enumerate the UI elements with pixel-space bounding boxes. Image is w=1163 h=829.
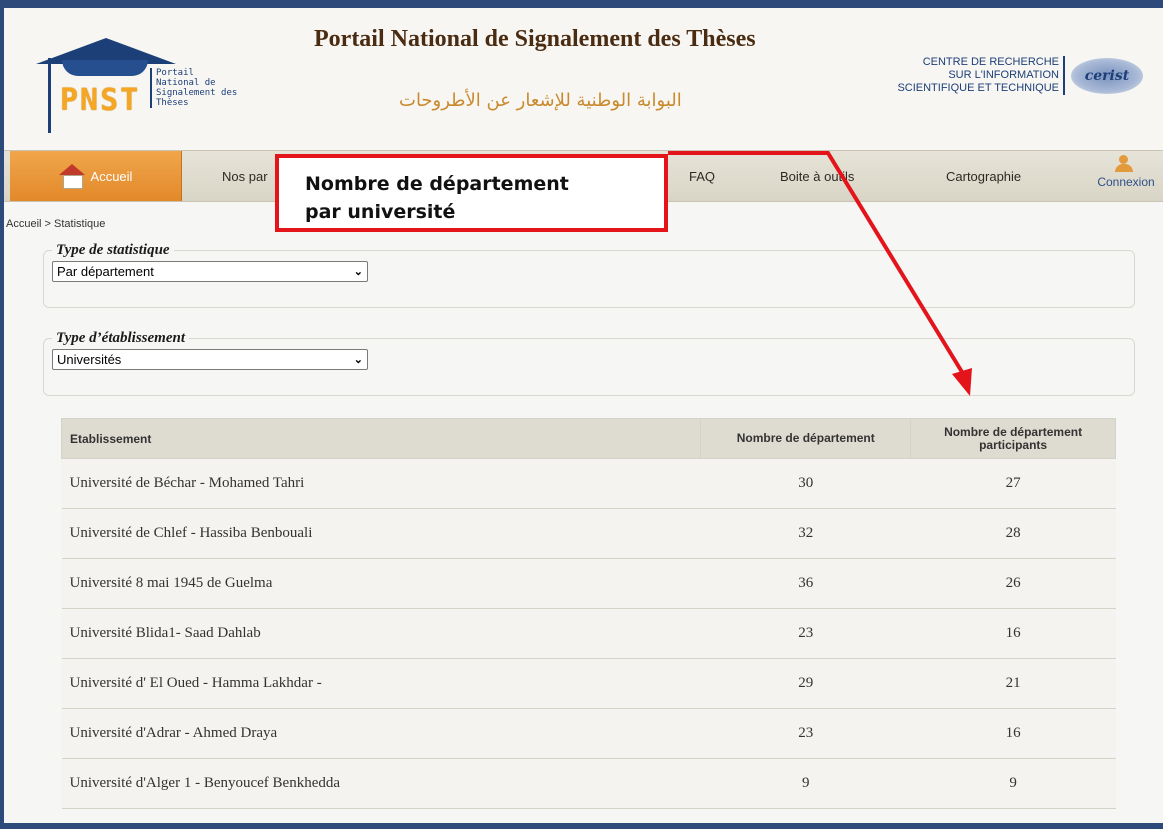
connexion-button[interactable]: Connexion <box>1091 155 1161 189</box>
logo-acronym: PNST <box>60 83 141 118</box>
table-row: Université d' El Oued - Hamma Lakhdar - … <box>61 658 1116 709</box>
nav-cartographie[interactable]: Cartographie <box>946 151 1021 201</box>
stat-type-value: Par département <box>57 264 154 279</box>
site-header: PNST Portail National de Signalement des… <box>4 8 1163 148</box>
nav-faq-label: FAQ <box>689 168 716 184</box>
nav-outils-label: Boite à outils <box>780 168 855 184</box>
cell-departement: 23 <box>700 708 911 759</box>
cell-participants: 27 <box>910 458 1116 509</box>
cerist-logo[interactable]: CENTRE DE RECHERCHE SUR L'INFORMATION SC… <box>897 56 1143 95</box>
callout-line-1: Nombre de département <box>305 173 569 195</box>
cell-participants: 9 <box>910 758 1116 809</box>
breadcrumb[interactable]: Accueil > Statistique <box>6 218 105 230</box>
cell-departement: 32 <box>700 508 911 559</box>
nav-nos-partenaires[interactable]: Nos par <box>222 151 268 201</box>
table-header-row: Etablissement Nombre de département Nomb… <box>60 418 1116 459</box>
cell-departement: 23 <box>700 608 911 659</box>
col-etablissement[interactable]: Etablissement <box>60 418 702 459</box>
nav-faq[interactable]: FAQ <box>689 151 715 201</box>
callout-line-2: par université <box>305 201 456 223</box>
estab-type-value: Universités <box>57 352 122 367</box>
table-row: Université de Béchar - Mohamed Tahri 30 … <box>61 458 1116 509</box>
cell-etablissement: Université Blida1- Saad Dahlab <box>61 608 701 659</box>
table-row: Université de Chlef - Hassiba Benbouali … <box>61 508 1116 559</box>
graduation-cap-base <box>62 60 148 76</box>
pnst-logo[interactable]: PNST Portail National de Signalement des… <box>32 28 242 143</box>
users-icon <box>1115 155 1137 173</box>
table-row: Université d'Adrar - Ahmed Draya 23 16 <box>61 708 1116 759</box>
cerist-text: CENTRE DE RECHERCHE SUR L'INFORMATION SC… <box>897 56 1065 95</box>
chevron-down-icon: ⌄ <box>353 354 363 366</box>
graduation-cap-tassel <box>48 58 51 133</box>
cell-etablissement: Université 8 mai 1945 de Guelma <box>61 558 701 609</box>
cell-departement: 29 <box>700 658 911 709</box>
table-row: Université d'Alger 1 - Benyoucef Benkhed… <box>61 758 1116 809</box>
cell-participants: 16 <box>910 708 1116 759</box>
logo-subtitle: Portail National de Signalement des Thès… <box>150 68 240 108</box>
table-row: Université 8 mai 1945 de Guelma 36 26 <box>61 558 1116 609</box>
col-departement-participants[interactable]: Nombre de département participants <box>910 418 1116 459</box>
statistics-table: Etablissement Nombre de département Nomb… <box>60 418 1116 809</box>
nav-boite-a-outils[interactable]: Boite à outils <box>780 151 854 201</box>
stat-type-select[interactable]: Par département ⌄ <box>52 261 368 282</box>
cerist-line-1: CENTRE DE RECHERCHE <box>922 56 1059 68</box>
cerist-line-2: SUR L'INFORMATION <box>948 69 1059 81</box>
cerist-line-3: SCIENTIFIQUE ET TECHNIQUE <box>897 82 1059 94</box>
estab-type-select[interactable]: Universités ⌄ <box>52 349 368 370</box>
cell-etablissement: Université d' El Oued - Hamma Lakhdar - <box>61 658 701 709</box>
cell-departement: 9 <box>700 758 911 809</box>
annotation-callout: Nombre de département par université <box>275 154 668 232</box>
cell-etablissement: Université d'Alger 1 - Benyoucef Benkhed… <box>61 758 701 809</box>
cerist-mark: cerist <box>1071 57 1143 94</box>
estab-type-fieldset: Type d’établissement Universités ⌄ <box>43 330 1135 396</box>
estab-type-legend: Type d’établissement <box>56 330 185 346</box>
stat-type-legend: Type de statistique <box>56 242 170 258</box>
cell-etablissement: Université d'Adrar - Ahmed Draya <box>61 708 701 759</box>
cell-participants: 21 <box>910 658 1116 709</box>
cell-etablissement: Université de Chlef - Hassiba Benbouali <box>61 508 701 559</box>
table-row: Université Blida1- Saad Dahlab 23 16 <box>61 608 1116 659</box>
nav-cartographie-label: Cartographie <box>946 168 1022 184</box>
cell-participants: 28 <box>910 508 1116 559</box>
cell-participants: 26 <box>910 558 1116 609</box>
connexion-label: Connexion <box>1097 175 1155 189</box>
col-nombre-departement[interactable]: Nombre de département <box>700 418 912 459</box>
nav-partenaires-label: Nos par <box>222 168 268 184</box>
stat-type-fieldset: Type de statistique Par département ⌄ <box>43 242 1135 308</box>
cell-participants: 16 <box>910 608 1116 659</box>
chevron-down-icon: ⌄ <box>353 266 363 278</box>
site-title: Portail National de Signalement des Thès… <box>314 26 756 52</box>
cell-etablissement: Université de Béchar - Mohamed Tahri <box>61 458 701 509</box>
nav-accueil[interactable]: Accueil <box>10 151 182 201</box>
nav-accueil-label: Accueil <box>90 168 133 184</box>
home-icon <box>58 164 85 189</box>
cell-departement: 30 <box>700 458 911 509</box>
cell-departement: 36 <box>700 558 911 609</box>
site-title-arabic: البوابة الوطنية للإشعار عن الأطروحات <box>399 90 682 111</box>
